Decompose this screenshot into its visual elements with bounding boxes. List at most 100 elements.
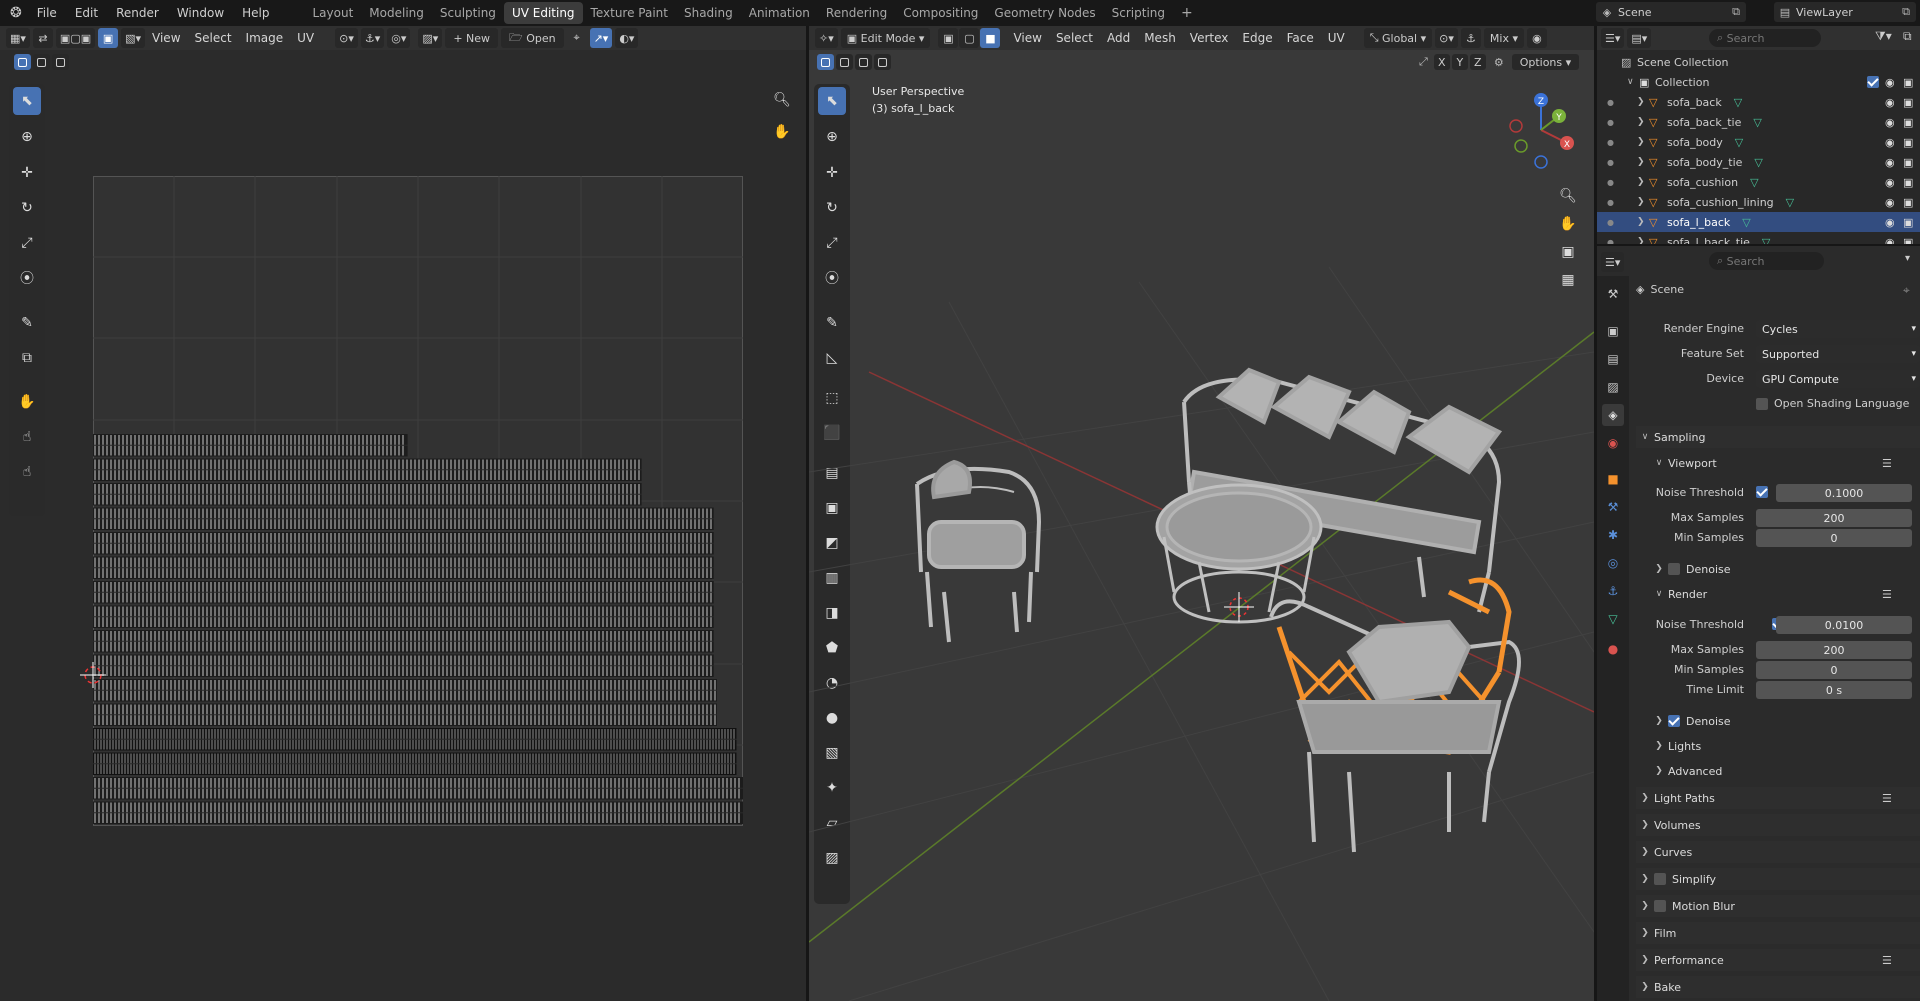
outliner-item[interactable]: ● ❯ ▽ sofa_cushion_lining ▽ ◉ ▣ (1597, 192, 1920, 212)
data-tab-icon[interactable]: ▽ (1602, 608, 1624, 630)
open-image-button[interactable]: 🗁 Open (501, 28, 564, 48)
outliner-expand-icon[interactable]: ❯ (1637, 157, 1649, 167)
vp-camera-icon[interactable]: ▣ (1554, 238, 1582, 266)
workspace-tab-texture-paint[interactable]: Texture Paint (583, 2, 676, 24)
tool-tab-icon[interactable]: ⚒ (1602, 283, 1624, 305)
visibility-eye-icon[interactable]: ◉ (1885, 216, 1895, 229)
performance-panel[interactable]: ❯ Performance ☰ (1636, 949, 1920, 971)
outliner-filter-icon[interactable]: ⧩▾ (1875, 29, 1892, 44)
uv-menu-view[interactable]: View (145, 31, 187, 45)
r-min-samples-field[interactable]: 0 (1756, 661, 1912, 679)
outliner-item[interactable]: ● ❯ ▽ sofa_body_tie ▽ ◉ ▣ (1597, 152, 1920, 172)
uv-2d-cursor-icon[interactable] (80, 662, 106, 688)
workspace-tab-uv-editing[interactable]: UV Editing (503, 2, 583, 24)
menu-window[interactable]: Window (168, 0, 233, 26)
viewport-scene[interactable] (809, 52, 1594, 1001)
workspace-tab-scripting[interactable]: Scripting (1104, 2, 1173, 24)
workspace-tab-animation[interactable]: Animation (741, 2, 818, 24)
osl-checkbox[interactable] (1756, 397, 1768, 410)
uv-move-tool[interactable]: ✛ (13, 159, 41, 187)
render-camera-icon[interactable]: ▣ (1903, 136, 1913, 149)
material-tab-icon[interactable]: ● (1602, 638, 1624, 660)
collection-exclude-checkbox[interactable] (1867, 76, 1879, 88)
uv-select-new-icon[interactable] (14, 54, 31, 70)
vp-menu-edge[interactable]: Edge (1235, 31, 1279, 45)
outliner-new-collection-icon[interactable]: ⧉ (1903, 29, 1912, 44)
uv-select-box-tool[interactable]: ⬉ (13, 87, 41, 115)
menu-help[interactable]: Help (233, 0, 278, 26)
render-presets-icon[interactable]: ☰ (1882, 588, 1892, 601)
world-tab-icon[interactable]: ◉ (1602, 432, 1624, 454)
editor-type-icon[interactable]: ▦▾ (6, 28, 30, 48)
render-tab-icon[interactable]: ▣ (1602, 320, 1624, 342)
mesh-data-icon[interactable]: ▽ (1754, 156, 1762, 169)
uv-annotate-tool[interactable]: ✎ (13, 309, 41, 337)
uv-transform-tool[interactable]: ⦿ (13, 264, 41, 292)
particles-tab-icon[interactable]: ✱ (1602, 524, 1624, 546)
lights-subpanel[interactable]: ❯ Lights (1636, 735, 1920, 757)
mesh-data-icon[interactable]: ▽ (1735, 136, 1743, 149)
vp-noise-threshold-checkbox[interactable] (1756, 486, 1768, 498)
vp-menu-view[interactable]: View (1006, 31, 1048, 45)
snapping-icon[interactable]: ⚓ (1460, 28, 1481, 48)
outliner-expand-icon[interactable]: ❯ (1637, 117, 1649, 127)
pin-icon[interactable]: ⌖ (567, 28, 587, 48)
vp-max-samples-field[interactable]: 200 (1756, 509, 1912, 527)
select-mode-icon[interactable]: ▣▢▣ (55, 28, 96, 48)
mesh-data-icon[interactable]: ▽ (1742, 216, 1750, 229)
outliner-expand-icon[interactable]: ❯ (1637, 217, 1649, 227)
mesh-data-icon[interactable]: ▽ (1734, 96, 1742, 109)
workspace-tab-rendering[interactable]: Rendering (818, 2, 895, 24)
curves-panel[interactable]: ❯ Curves (1636, 841, 1920, 863)
vp-pan-icon[interactable]: ✋ (1554, 210, 1582, 238)
render-camera-icon[interactable]: ▣ (1903, 176, 1913, 189)
vp-denoise-checkbox[interactable] (1668, 563, 1680, 575)
vp-menu-face[interactable]: Face (1280, 31, 1321, 45)
outliner-expand-icon[interactable]: ❯ (1637, 177, 1649, 187)
mesh-data-icon[interactable]: ▽ (1753, 116, 1761, 129)
outliner-item[interactable]: ● ❯ ▽ sofa_body ▽ ◉ ▣ (1597, 132, 1920, 152)
uv-relax-tool[interactable]: ☝ (13, 423, 41, 451)
edge-select-icon[interactable]: ▢ (959, 28, 980, 48)
workspace-tab-geometry-nodes[interactable]: Geometry Nodes (986, 2, 1103, 24)
vp-menu-uv[interactable]: UV (1321, 31, 1352, 45)
osl-row[interactable]: Open Shading Language (1756, 397, 1909, 410)
uv-menu-uv[interactable]: UV (290, 31, 321, 45)
view-layer-selector[interactable]: ▤ ViewLayer ⧉ (1774, 2, 1916, 22)
outliner-item[interactable]: ● ❯ ▽ sofa_l_back ▽ ◉ ▣ (1597, 212, 1920, 232)
bake-panel[interactable]: ❯ Bake (1636, 976, 1920, 998)
collection-render-icon[interactable]: ▣ (1903, 76, 1913, 89)
scene-tab-icon[interactable]: ◈ (1602, 404, 1624, 426)
outliner-dot-icon[interactable]: ● (1607, 118, 1637, 127)
collection-expand-icon[interactable]: ∨ (1627, 77, 1639, 87)
render-camera-icon[interactable]: ▣ (1903, 96, 1913, 109)
vp-menu-vertex[interactable]: Vertex (1183, 31, 1236, 45)
sync-selection-icon[interactable]: ⇄ (32, 28, 53, 48)
mesh-data-icon[interactable]: ▽ (1786, 196, 1794, 209)
outliner-expand-icon[interactable]: ❯ (1637, 137, 1649, 147)
vp-ortho-toggle-icon[interactable]: ▦ (1554, 266, 1582, 294)
sampling-panel-header[interactable]: ∨ Sampling (1636, 426, 1920, 448)
vp-menu-select[interactable]: Select (1049, 31, 1100, 45)
properties-type-icon[interactable]: ☰▾ (1601, 252, 1625, 272)
uv-menu-image[interactable]: Image (239, 31, 291, 45)
uv-menu-select[interactable]: Select (188, 31, 239, 45)
outliner-type-icon[interactable]: ☰▾ (1601, 28, 1625, 48)
outliner-scene-collection[interactable]: ▨ Scene Collection (1597, 52, 1920, 72)
overlay-toggle-icon[interactable]: ◐▾ (615, 28, 639, 48)
visibility-eye-icon[interactable]: ◉ (1885, 176, 1895, 189)
volumes-panel[interactable]: ❯ Volumes (1636, 814, 1920, 836)
outliner-expand-icon[interactable]: ❯ (1637, 197, 1649, 207)
menu-edit[interactable]: Edit (66, 0, 107, 26)
visibility-eye-icon[interactable]: ◉ (1885, 156, 1895, 169)
modifier-tab-icon[interactable]: ⚒ (1602, 496, 1624, 518)
proportional-icon[interactable]: ◉ (1526, 28, 1547, 48)
device-dropdown[interactable]: GPU Compute ▾ (1756, 370, 1920, 388)
simplify-checkbox[interactable] (1654, 873, 1666, 885)
outliner-search[interactable]: ⌕ Search (1709, 29, 1821, 47)
feature-set-dropdown[interactable]: Supported ▾ (1756, 345, 1920, 363)
outliner-item[interactable]: ● ❯ ▽ sofa_back ▽ ◉ ▣ (1597, 92, 1920, 112)
render-camera-icon[interactable]: ▣ (1903, 196, 1913, 209)
image-browse-icon[interactable]: ▨▾ (418, 28, 443, 48)
visibility-eye-icon[interactable]: ◉ (1885, 116, 1895, 129)
